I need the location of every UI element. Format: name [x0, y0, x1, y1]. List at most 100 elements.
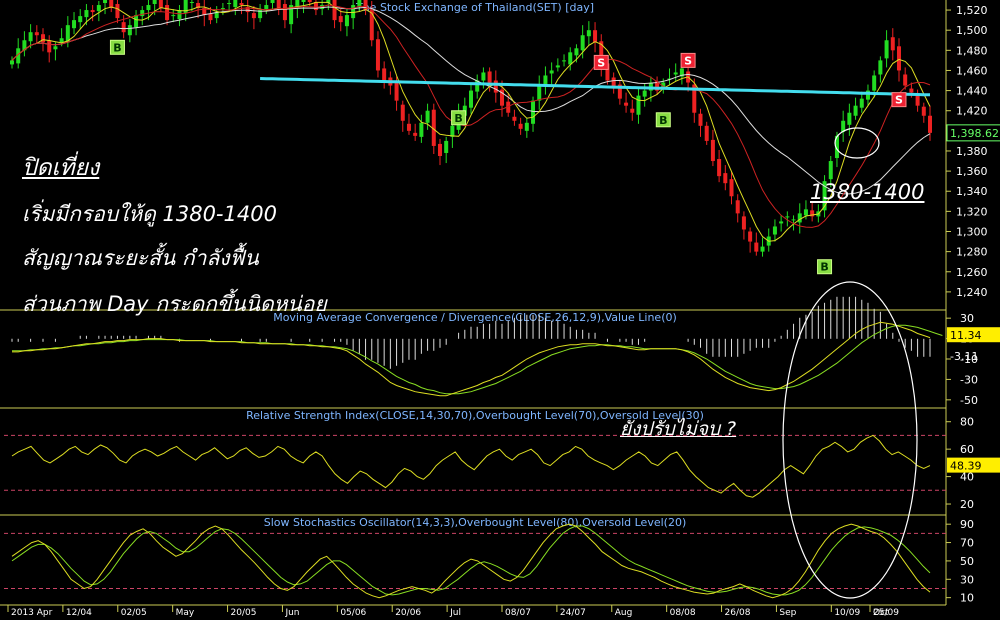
candle-body: [84, 10, 89, 18]
candle-body: [140, 10, 145, 17]
price-tick-label: 1,460: [956, 64, 988, 77]
time-tick-label: 24/07: [560, 608, 586, 618]
candle-body: [903, 74, 908, 86]
candle-body: [624, 102, 629, 106]
price-tick-label: 1,520: [956, 4, 988, 17]
stoch-tick-label: 50: [960, 555, 974, 568]
candle-body: [853, 105, 858, 116]
candle-body: [723, 173, 728, 184]
rsi-line: [11, 434, 931, 498]
candle-body: [524, 122, 529, 131]
candle-body: [251, 13, 256, 19]
candle-body: [636, 95, 641, 115]
candle-body: [301, 0, 306, 3]
time-tick-label: 20/06: [395, 608, 421, 618]
candle-body: [735, 200, 740, 214]
candle-body: [673, 72, 678, 75]
candle-body: [487, 71, 492, 83]
time-tick-label: 10/09: [834, 608, 860, 618]
signal-label: B: [113, 41, 121, 54]
price-tick-label: 1,480: [956, 44, 988, 57]
stoch-tick-label: 10: [960, 592, 974, 605]
candle-body: [158, 0, 163, 9]
price-tick-label: 1,380: [956, 145, 988, 158]
candle-body: [586, 30, 591, 37]
candle-body: [884, 40, 889, 59]
candle-body: [307, 0, 312, 3]
macd-tick-label: -50: [960, 394, 978, 407]
candle-body: [351, 5, 356, 19]
candle-body: [537, 85, 542, 101]
time-tick-label: Jul: [449, 608, 461, 618]
time-tick-label: 08/08: [670, 608, 696, 618]
macd-title: Moving Average Convergence / Divergence(…: [273, 311, 677, 324]
signal-label: B: [454, 112, 462, 125]
signal-label: S: [684, 54, 692, 67]
rsi-tick-label: 80: [960, 416, 974, 429]
highlight-circle: [834, 127, 880, 159]
candle-body: [363, 0, 368, 11]
candle-body: [127, 25, 132, 36]
candle-body: [59, 38, 64, 43]
candle-body: [593, 30, 598, 43]
ma-long-line: [260, 77, 931, 97]
candle-body: [344, 15, 349, 27]
price-tick-label: 1,240: [956, 286, 988, 299]
macd-value-label: 11.34: [950, 329, 982, 342]
candle-body: [797, 213, 802, 223]
annotation-line2: เริ่มมีกรอบให้ดู 1380-1400: [22, 202, 277, 226]
candle-body: [642, 90, 647, 97]
candle-body: [134, 15, 139, 28]
time-tick-label: Oct: [873, 608, 889, 618]
price-tick-label: 1,440: [956, 85, 988, 98]
candle-body: [909, 88, 914, 93]
stoch-k-line: [11, 523, 931, 599]
candle-body: [425, 110, 430, 123]
price-title: The Stock Exchange of Thailand(SET) [day…: [355, 1, 594, 14]
candle-body: [785, 216, 790, 218]
candle-body: [239, 3, 244, 6]
candle-body: [847, 112, 852, 125]
time-tick-label: 08/07: [505, 608, 531, 618]
candle-body: [562, 60, 567, 62]
candle-body: [53, 46, 58, 50]
candle-body: [779, 221, 784, 224]
price-tick-label: 1,260: [956, 266, 988, 279]
time-tick-label: May: [176, 608, 195, 618]
candle-body: [96, 5, 101, 12]
annotation-line1: ปิดเที่ยง: [22, 155, 100, 181]
candle-body: [543, 75, 548, 85]
rsi-tick-label: 20: [960, 498, 974, 511]
candle-body: [437, 143, 442, 157]
candle-body: [90, 10, 95, 13]
time-tick-label: 20/05: [231, 608, 257, 618]
signal-label: S: [895, 94, 903, 107]
candle-body: [10, 60, 14, 65]
candle-body: [419, 122, 424, 137]
candle-body: [555, 65, 560, 68]
candle-body: [413, 132, 418, 136]
price-tick-label: 1,300: [956, 225, 988, 238]
macd-tick-label: -30: [960, 373, 978, 386]
candle-body: [103, 0, 108, 4]
price-tick-label: 1,280: [956, 246, 988, 259]
candle-body: [444, 140, 449, 153]
time-tick-label: 26/08: [725, 608, 751, 618]
candle-body: [772, 226, 777, 235]
candle-body: [227, 3, 232, 5]
candle-body: [630, 108, 635, 113]
candle-body: [146, 5, 151, 11]
candle-body: [531, 100, 536, 124]
rsi-tick-label: 60: [960, 443, 974, 456]
time-tick-label: Sep: [779, 608, 796, 618]
time-tick-label: 2013 Apr: [11, 608, 53, 618]
candle-body: [915, 94, 920, 106]
candle-body: [177, 10, 182, 20]
signal-label: S: [597, 56, 605, 69]
rsi-value-label: 48.39: [950, 460, 982, 473]
candle-body: [72, 20, 77, 29]
time-tick-label: 12/04: [66, 608, 92, 618]
candle-body: [220, 8, 225, 10]
candle-body: [568, 52, 573, 65]
candle-body: [791, 219, 796, 221]
